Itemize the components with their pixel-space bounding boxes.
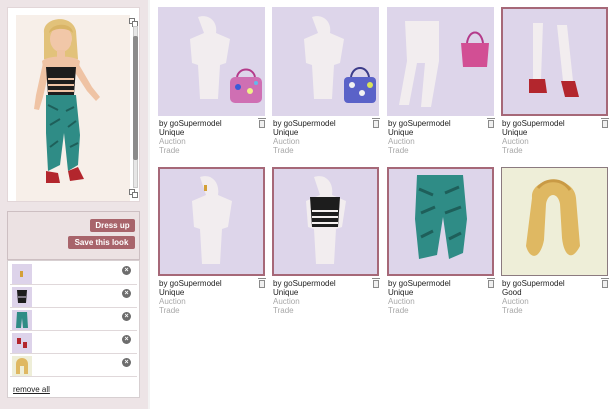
item-thumbnail[interactable] bbox=[158, 167, 265, 276]
item-thumbnail[interactable] bbox=[501, 7, 608, 116]
item-creator[interactable]: by goSupermodel bbox=[273, 279, 336, 288]
avatar-figure-icon bbox=[34, 19, 100, 183]
remove-item-icon[interactable]: × bbox=[122, 335, 131, 344]
auction-link[interactable]: Auction bbox=[159, 297, 186, 306]
dress-up-screen: Dress up Save this look × × × × × remove… bbox=[0, 0, 616, 409]
item-rarity: Good bbox=[502, 288, 522, 297]
item-card[interactable]: by goSupermodel Unique Auction Trade bbox=[158, 7, 266, 155]
item-thumbnail[interactable] bbox=[501, 167, 608, 276]
item-rarity: Unique bbox=[388, 288, 414, 297]
trash-icon[interactable] bbox=[487, 118, 495, 128]
pink-handbag-icon bbox=[230, 68, 262, 103]
trade-link[interactable]: Trade bbox=[502, 146, 523, 155]
trade-link[interactable]: Trade bbox=[388, 146, 409, 155]
red-shoes-icon bbox=[529, 79, 579, 97]
item-rarity: Unique bbox=[502, 128, 528, 137]
trade-link[interactable]: Trade bbox=[159, 306, 180, 315]
item-creator[interactable]: by goSupermodel bbox=[388, 119, 451, 128]
blue-handbag-icon bbox=[344, 67, 376, 103]
list-item[interactable]: × bbox=[10, 355, 137, 377]
auction-link[interactable]: Auction bbox=[273, 137, 300, 146]
trash-icon[interactable] bbox=[487, 278, 495, 288]
auction-link[interactable]: Auction bbox=[388, 137, 415, 146]
earring-icon bbox=[12, 264, 32, 284]
blonde-hair-icon bbox=[12, 356, 32, 376]
avatar-panel: Dress up Save this look × × × × × remove… bbox=[0, 0, 148, 409]
auction-link[interactable]: Auction bbox=[159, 137, 186, 146]
black-top-icon bbox=[12, 287, 32, 307]
trash-icon[interactable] bbox=[372, 118, 380, 128]
item-creator[interactable]: by goSupermodel bbox=[502, 119, 565, 128]
item-card[interactable]: by goSupermodel Good Auction Trade bbox=[501, 167, 609, 315]
blonde-hair-icon bbox=[526, 179, 580, 256]
trash-icon[interactable] bbox=[372, 278, 380, 288]
panel-divider bbox=[148, 0, 150, 409]
item-card[interactable]: by goSupermodel Unique Auction Trade bbox=[387, 7, 495, 155]
trade-link[interactable]: Trade bbox=[388, 306, 409, 315]
item-creator[interactable]: by goSupermodel bbox=[502, 279, 565, 288]
look-actions: Dress up Save this look bbox=[7, 211, 140, 260]
list-item[interactable]: × bbox=[10, 286, 137, 308]
auction-link[interactable]: Auction bbox=[388, 297, 415, 306]
item-card[interactable]: by goSupermodel Unique Auction Trade bbox=[387, 167, 495, 315]
item-thumbnail[interactable] bbox=[272, 167, 379, 276]
remove-item-icon[interactable]: × bbox=[122, 289, 131, 298]
list-item[interactable]: × bbox=[10, 309, 137, 331]
avatar-preview bbox=[16, 15, 130, 201]
auction-link[interactable]: Auction bbox=[502, 137, 529, 146]
item-creator[interactable]: by goSupermodel bbox=[159, 119, 222, 128]
item-creator[interactable]: by goSupermodel bbox=[273, 119, 336, 128]
trade-link[interactable]: Trade bbox=[273, 146, 294, 155]
item-thumbnail[interactable] bbox=[387, 7, 494, 116]
list-item[interactable]: × bbox=[10, 332, 137, 354]
item-rarity: Unique bbox=[159, 128, 185, 137]
trash-icon[interactable] bbox=[258, 118, 266, 128]
black-top-icon bbox=[310, 197, 340, 227]
item-card[interactable]: by goSupermodel Unique Auction Trade bbox=[272, 7, 380, 155]
pink-bag-on-mannequin-icon bbox=[461, 31, 489, 67]
dress-up-button[interactable]: Dress up bbox=[90, 219, 135, 232]
remove-item-icon[interactable]: × bbox=[122, 266, 131, 275]
item-card[interactable]: by goSupermodel Unique Auction Trade bbox=[158, 167, 266, 315]
trash-icon[interactable] bbox=[601, 278, 609, 288]
item-thumbnail[interactable] bbox=[158, 7, 265, 116]
teal-pants-icon bbox=[415, 175, 467, 259]
trash-icon[interactable] bbox=[601, 118, 609, 128]
trash-icon[interactable] bbox=[258, 278, 266, 288]
shrink-icon[interactable] bbox=[129, 189, 138, 198]
item-rarity: Unique bbox=[273, 128, 299, 137]
item-thumbnail[interactable] bbox=[387, 167, 494, 276]
red-shoes-icon bbox=[12, 333, 32, 353]
auction-link[interactable]: Auction bbox=[502, 297, 529, 306]
item-rarity: Unique bbox=[388, 128, 414, 137]
remove-all-link[interactable]: remove all bbox=[13, 385, 50, 394]
avatar-preview-frame bbox=[7, 7, 140, 202]
item-thumbnail[interactable] bbox=[272, 7, 379, 116]
save-look-button[interactable]: Save this look bbox=[68, 236, 135, 249]
item-rarity: Unique bbox=[159, 288, 185, 297]
trade-link[interactable]: Trade bbox=[502, 306, 523, 315]
list-item[interactable]: × bbox=[10, 263, 137, 285]
item-creator[interactable]: by goSupermodel bbox=[159, 279, 222, 288]
earring-icon bbox=[204, 185, 207, 191]
auction-link[interactable]: Auction bbox=[273, 297, 300, 306]
item-rarity: Unique bbox=[273, 288, 299, 297]
trade-link[interactable]: Trade bbox=[159, 146, 180, 155]
item-card[interactable]: by goSupermodel Unique Auction Trade bbox=[272, 167, 380, 315]
remove-item-icon[interactable]: × bbox=[122, 358, 131, 367]
remove-item-icon[interactable]: × bbox=[122, 312, 131, 321]
item-card[interactable]: by goSupermodel Unique Auction Trade bbox=[501, 7, 609, 155]
zoom-slider-thumb[interactable] bbox=[133, 36, 138, 160]
trade-link[interactable]: Trade bbox=[273, 306, 294, 315]
wearing-list: × × × × × remove all bbox=[7, 260, 140, 398]
teal-pants-icon bbox=[12, 310, 32, 330]
item-creator[interactable]: by goSupermodel bbox=[388, 279, 451, 288]
